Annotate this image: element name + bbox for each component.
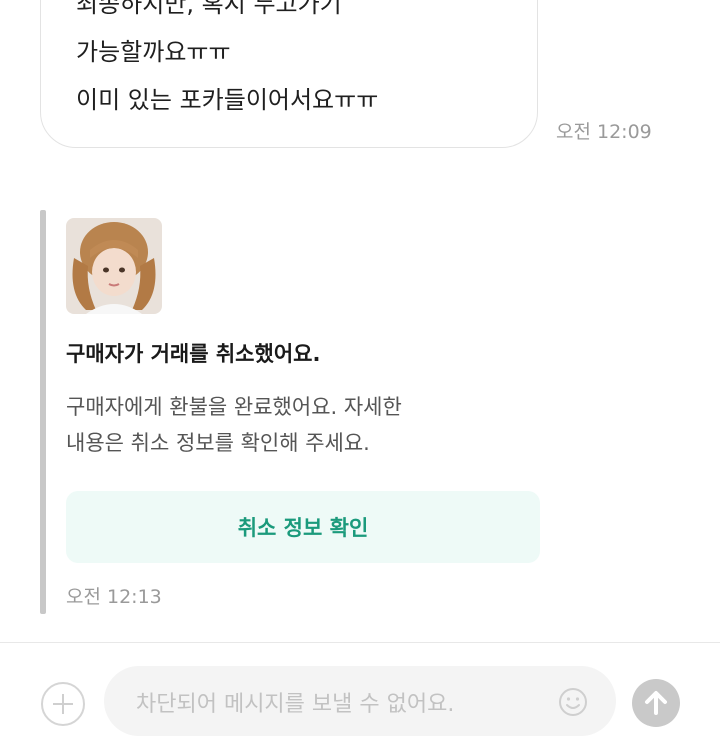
card-title: 구매자가 거래를 취소했어요. (66, 342, 321, 366)
message-line: 죄송하지만, 혹시 두고가기 (76, 0, 342, 18)
plus-icon[interactable] (41, 682, 85, 726)
composer-divider (0, 642, 720, 643)
emoji-icon[interactable] (557, 686, 589, 718)
message-input[interactable]: 차단되어 메시지를 보낼 수 없어요. (104, 666, 616, 736)
message-line: 이미 있는 포카들이어서요ㅠㅠ (76, 86, 379, 114)
card-description: 구매자에게 환불을 완료했어요. 자세한 (66, 395, 402, 419)
card-accent-bar (40, 210, 46, 614)
message-input-placeholder: 차단되어 메시지를 보낼 수 없어요. (136, 692, 455, 717)
cancel-info-button[interactable]: 취소 정보 확인 (66, 491, 540, 563)
message-bubble (40, 0, 538, 148)
card-description: 내용은 취소 정보를 확인해 주세요. (66, 431, 370, 455)
card-timestamp: 오전 12:13 (66, 586, 162, 608)
product-thumbnail[interactable] (66, 218, 162, 314)
message-line: 가능할까요ㅠㅠ (76, 38, 231, 66)
message-timestamp: 오전 12:09 (556, 121, 652, 143)
